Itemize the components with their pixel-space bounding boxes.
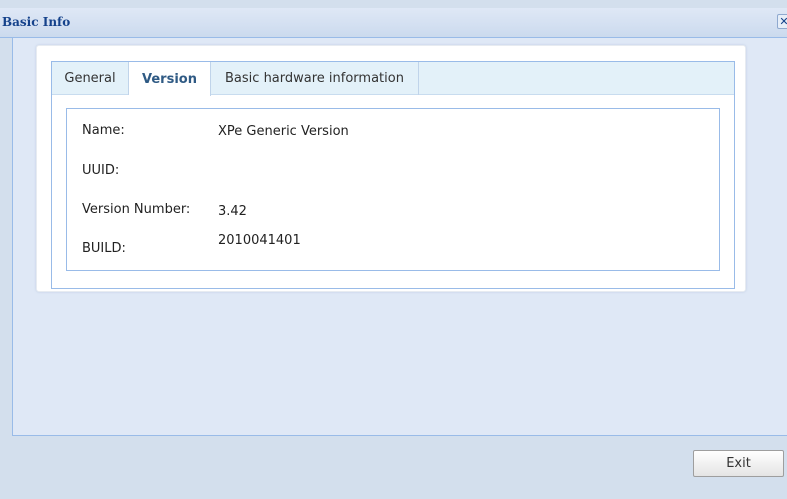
version-details: Name: XPe Generic Version UUID: Version …	[66, 108, 720, 271]
version-number-label: Version Number:	[82, 202, 191, 217]
version-number-value: 3.42	[218, 204, 247, 219]
exit-button-label: Exit	[726, 456, 751, 471]
close-icon: ✕	[779, 15, 787, 28]
basic-info-window: Basic Info ✕ General Version Basic hardw…	[0, 0, 787, 499]
tab-label: General	[64, 71, 116, 86]
window-footer: Exit	[0, 437, 787, 499]
tab-label: Version	[142, 71, 197, 87]
window-titlebar: Basic Info ✕	[0, 8, 787, 38]
name-value: XPe Generic Version	[218, 124, 349, 139]
tab-basic-hardware-information[interactable]: Basic hardware information	[211, 62, 419, 95]
name-label: Name:	[82, 123, 125, 138]
uuid-label: UUID:	[82, 163, 120, 178]
tab-panel: General Version Basic hardware informati…	[51, 61, 735, 289]
exit-button[interactable]: Exit	[693, 450, 784, 477]
info-panel: General Version Basic hardware informati…	[36, 45, 746, 292]
tab-label: Basic hardware information	[225, 71, 404, 86]
close-button[interactable]: ✕	[777, 14, 787, 29]
window-title: Basic Info	[2, 15, 71, 29]
build-label: BUILD:	[82, 241, 126, 256]
tab-general[interactable]: General	[52, 62, 129, 95]
tab-strip: General Version Basic hardware informati…	[52, 62, 734, 96]
tab-version[interactable]: Version	[129, 62, 211, 96]
build-value: 2010041401	[218, 233, 301, 248]
